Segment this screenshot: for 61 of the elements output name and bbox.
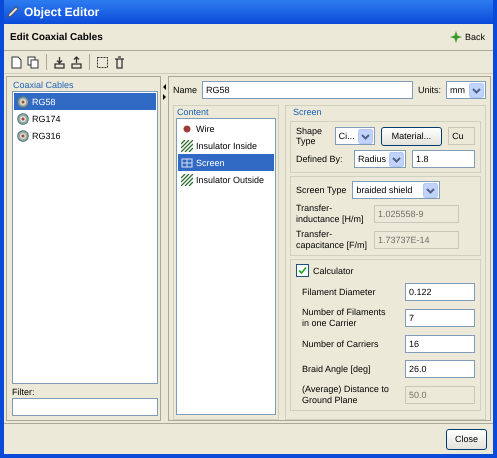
cable-icon — [17, 96, 29, 108]
star-icon — [448, 30, 463, 44]
parameter-label: Braid Angle [deg] — [302, 364, 372, 374]
name-field[interactable]: RG58 — [202, 81, 413, 99]
checkmark-icon[interactable] — [298, 266, 307, 275]
splitter-arrows-icon[interactable] — [162, 84, 167, 100]
content-list-item[interactable]: Screen — [178, 154, 274, 171]
shape-type-dropdown[interactable]: Ci... — [334, 127, 375, 145]
mesh-icon — [181, 156, 193, 168]
transfer-label: Transfer- capacitance [F/m] — [296, 229, 368, 251]
parameter-field[interactable]: 26.0 — [404, 360, 475, 378]
back-button[interactable]: Back — [446, 28, 487, 46]
cable-icon — [17, 112, 29, 124]
parameter-field: 50.0 — [404, 386, 475, 404]
cable-list-item[interactable]: RG174 — [14, 110, 156, 127]
content-list-item[interactable]: Wire — [178, 120, 274, 137]
panel-title: Content — [176, 106, 210, 118]
content-list-item[interactable]: Insulator Outside — [178, 171, 274, 188]
parameter-label: (Average) Distance to Ground Plane — [302, 384, 390, 406]
screen-type-dropdown[interactable]: braided shield — [352, 181, 440, 199]
parameter-field[interactable]: 7 — [404, 309, 475, 327]
shape-type-label: Shape Type — [296, 126, 324, 146]
calculator-checkbox[interactable]: Calculator — [296, 264, 475, 277]
window-title: Object Editor — [24, 5, 100, 19]
parameter-label: Number of Carriers — [302, 338, 380, 350]
page-title: Edit Coaxial Cables — [10, 32, 103, 42]
defined-by-dropdown[interactable]: Radius — [354, 150, 406, 168]
name-label: Name — [173, 85, 198, 95]
radius-field[interactable]: 1.8 — [412, 150, 475, 168]
cable-icon — [17, 130, 29, 142]
new-document-icon[interactable] — [10, 56, 23, 68]
pencil-icon — [6, 5, 20, 19]
parameter-label: Number of Filaments in one Carrier — [302, 307, 387, 329]
screen-type-label: Screen Type — [296, 185, 346, 195]
panel-title: Screen — [292, 106, 323, 118]
filter-label: Filter: — [11, 386, 36, 398]
copy-icon[interactable] — [27, 56, 40, 68]
transfer-field: 1.73737E-14 — [374, 231, 459, 249]
defined-by-label: Defined By: — [296, 154, 344, 164]
filter-field[interactable] — [12, 398, 158, 416]
parameter-field[interactable]: 0.122 — [404, 283, 475, 301]
material-field: Cu — [448, 127, 475, 145]
panel-title: Coaxial Cables — [12, 79, 75, 91]
parameter-label: Filament Diameter — [302, 286, 377, 298]
parameter-field[interactable]: 16 — [404, 335, 475, 353]
material-button[interactable]: Material... — [380, 126, 442, 146]
hatched-icon — [181, 174, 193, 186]
import-icon[interactable] — [53, 56, 66, 68]
units-label: Units: — [418, 85, 441, 95]
transfer-label: Transfer- inductance [H/m] — [296, 203, 365, 225]
cable-list-item[interactable]: RG58 — [14, 93, 156, 110]
export-icon[interactable] — [70, 56, 83, 68]
wire-icon — [181, 122, 193, 134]
units-dropdown[interactable]: mm — [446, 81, 486, 99]
hatched-icon — [181, 140, 193, 152]
transfer-field: 1.025558-9 — [374, 205, 459, 223]
cable-list-item[interactable]: RG316 — [14, 127, 156, 144]
content-list-item[interactable]: Insulator Inside — [178, 137, 274, 154]
close-button[interactable]: Close — [446, 428, 487, 450]
delete-icon[interactable] — [113, 56, 126, 68]
select-icon[interactable] — [96, 56, 109, 68]
